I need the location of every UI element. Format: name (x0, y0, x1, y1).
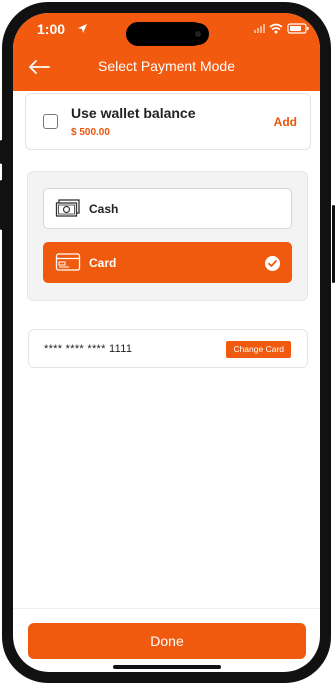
wifi-icon (269, 23, 283, 31)
side-button (0, 180, 3, 230)
status-icons (254, 23, 309, 34)
credit-card-icon (55, 253, 81, 271)
page-title: Select Payment Mode (98, 58, 235, 74)
app-screen: 1:00 Select Payment Mode Use wallet bala… (13, 13, 320, 672)
signal-icon (254, 24, 265, 33)
home-indicator (113, 665, 221, 669)
location-arrow-icon (78, 24, 87, 33)
front-camera (187, 23, 209, 45)
footer-divider (13, 608, 320, 609)
done-button[interactable]: Done (28, 623, 306, 659)
saved-card-row: **** **** **** 1111 Change Card (28, 329, 308, 368)
status-time: 1:00 (37, 21, 66, 37)
side-button (0, 140, 3, 164)
wallet-checkbox[interactable] (43, 114, 58, 129)
wallet-amount: $ 500.00 (71, 127, 110, 138)
wallet-label: Use wallet balance (71, 105, 196, 121)
payment-option-label: Cash (89, 202, 119, 216)
cash-icon (55, 199, 80, 217)
payment-mode-panel: Cash Card (27, 171, 308, 301)
payment-option-card[interactable]: Card (43, 242, 292, 283)
change-card-button[interactable]: Change Card (226, 341, 291, 358)
battery-icon (287, 23, 309, 34)
header-bar: 1:00 Select Payment Mode (13, 13, 320, 91)
payment-option-cash[interactable]: Cash (43, 188, 292, 229)
wallet-balance-row: Use wallet balance $ 500.00 Add (25, 93, 311, 150)
selected-check-icon (265, 256, 280, 271)
wallet-add-button[interactable]: Add (274, 115, 297, 129)
payment-option-label: Card (89, 256, 117, 270)
masked-card-number: **** **** **** 1111 (44, 343, 133, 355)
